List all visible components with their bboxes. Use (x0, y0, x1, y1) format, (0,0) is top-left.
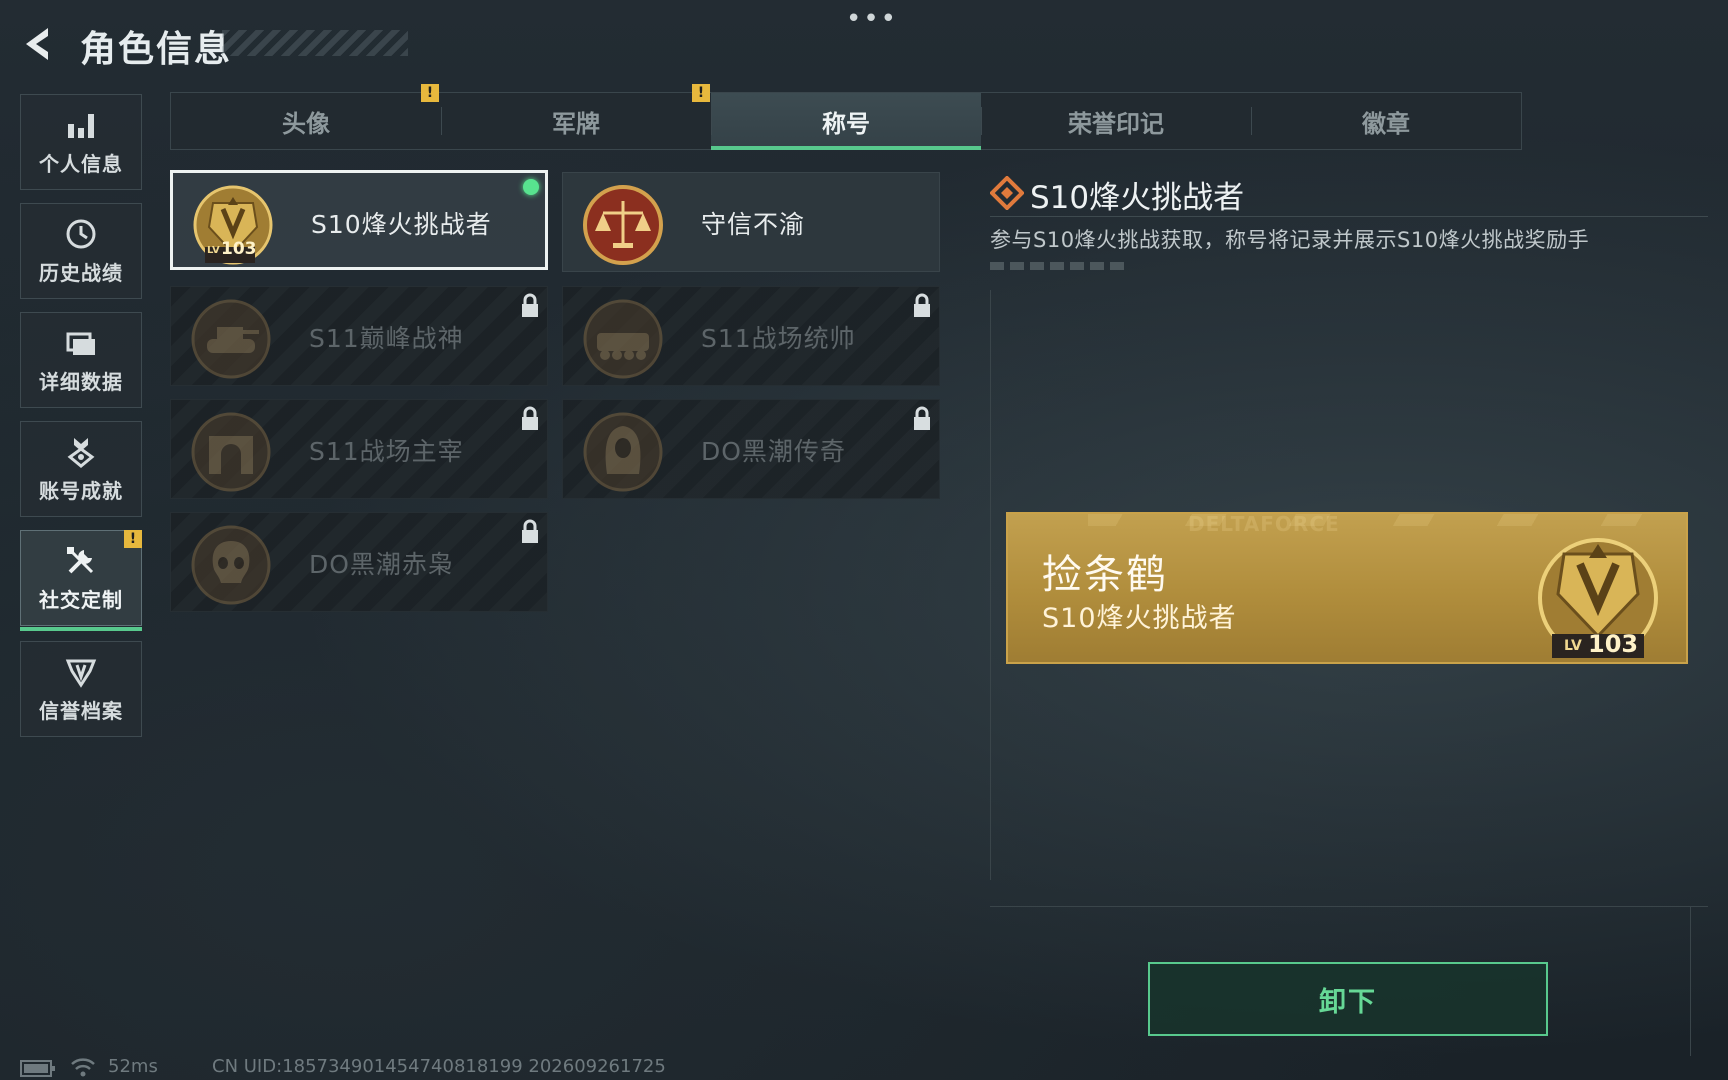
divider (990, 216, 1708, 217)
title-card-label: 守信不渝 (701, 210, 806, 239)
hooded-figure-emblem-icon (583, 412, 663, 492)
tab-avatar[interactable]: 头像 (171, 93, 441, 149)
unequip-button[interactable]: 卸下 (1148, 962, 1548, 1036)
sidebar-item-detailed-data[interactable]: 详细数据 (20, 312, 142, 408)
more-options-icon[interactable]: ••• (846, 6, 898, 32)
equipped-title: S10烽火挑战者 (1042, 603, 1237, 634)
title-card-keep-faith[interactable]: 守信不渝 (562, 172, 940, 272)
nameplate-level: 103 (1588, 630, 1639, 658)
title-card-s10-challenger[interactable]: LV 103 S10烽火挑战者 (170, 170, 548, 270)
skull-emblem-icon (191, 525, 271, 605)
sidebar-item-label: 信誉档案 (39, 698, 123, 723)
uid-text: CN UID:185734901454740818199 20260926172… (212, 1056, 666, 1077)
sidebar-item-label: 个人信息 (39, 151, 123, 176)
ping-text: 52ms (108, 1056, 158, 1077)
lock-icon (522, 293, 538, 317)
tab-label: 荣誉印记 (1068, 109, 1164, 138)
sidebar-item-credit-record[interactable]: 信誉档案 (20, 641, 142, 737)
detail-description: 参与S10烽火挑战获取，称号将记录并展示S10烽火挑战奖励手 (990, 228, 1590, 252)
bar-chart-icon (68, 113, 94, 138)
clock-icon (66, 219, 96, 248)
emblem-level-prefix: LV (207, 245, 220, 256)
name-plate-preview: DELTAFORCE 捡条鹤 S10烽火挑战者 LV 103 (1006, 512, 1688, 664)
player-name: 捡条鹤 (1042, 552, 1168, 598)
credit-shield-icon (65, 659, 97, 688)
detail-title: S10烽火挑战者 (1030, 180, 1245, 216)
tab-label: 头像 (282, 109, 330, 138)
sidebar-item-label: 社交定制 (39, 587, 123, 612)
page-title: 角色信息 (80, 29, 233, 70)
emblem-level: 103 (221, 239, 257, 259)
sidebar-item-label: 历史战绩 (39, 260, 123, 285)
description-decoration (990, 262, 1124, 270)
back-arrow-icon[interactable] (20, 24, 58, 64)
lock-icon (522, 406, 538, 430)
notification-badge: ! (692, 84, 710, 102)
lock-icon (914, 293, 930, 317)
tab-label: 称号 (822, 109, 870, 138)
sidebar-item-label: 详细数据 (39, 369, 123, 394)
sidebar-item-label: 账号成就 (39, 478, 123, 503)
title-card-label: S11战场主宰 (309, 437, 464, 466)
title-card-label: DO黑潮传奇 (701, 437, 846, 466)
wifi-icon (71, 1058, 95, 1077)
title-card-label: DO黑潮赤枭 (309, 550, 454, 579)
title-card-label: S11战场统帅 (701, 324, 856, 353)
title-card-label: S11巅峰战神 (309, 324, 464, 353)
title-card-label: S10烽火挑战者 (311, 210, 492, 239)
folder-icon (66, 332, 95, 355)
armored-vehicle-emblem-icon (583, 299, 663, 379)
tab-label: 军牌 (552, 109, 600, 138)
tools-icon (67, 546, 94, 573)
sidebar-item-history[interactable]: 历史战绩 (20, 203, 142, 299)
diamond-marker-icon (990, 176, 1024, 210)
tab-bar: 头像 军牌 称号 荣誉印记 徽章 (170, 92, 1522, 150)
sidebar-item-personal-info[interactable]: 个人信息 (20, 94, 142, 190)
title-card-s11-commander[interactable]: S11战场统帅 (562, 286, 940, 386)
lock-icon (914, 406, 930, 430)
unequip-label: 卸下 (1319, 986, 1377, 1018)
title-card-s11-dominator[interactable]: S11战场主宰 (170, 399, 548, 499)
achievement-icon (67, 437, 95, 468)
frame-line (1690, 906, 1691, 1056)
notification-badge: ! (421, 84, 439, 102)
tab-dog-tag[interactable]: 军牌 (441, 93, 711, 149)
frame-line (990, 290, 991, 880)
equipped-indicator (523, 179, 539, 195)
title-card-do-owl[interactable]: DO黑潮赤枭 (170, 512, 548, 612)
title-decoration (222, 30, 408, 56)
tank-emblem-icon (191, 299, 271, 379)
battery-icon (20, 1060, 55, 1077)
notification-badge: ! (124, 530, 142, 548)
tab-label: 徽章 (1362, 109, 1410, 138)
nameplate-level-prefix: LV (1564, 638, 1582, 654)
justice-scale-emblem-icon (583, 185, 663, 265)
lock-icon (522, 519, 538, 543)
arch-emblem-icon (191, 412, 271, 492)
tab-badge[interactable]: 徽章 (1251, 93, 1521, 149)
tab-honor-mark[interactable]: 荣誉印记 (981, 93, 1251, 149)
sidebar-item-achievements[interactable]: 账号成就 (20, 421, 142, 517)
tab-title[interactable]: 称号 (711, 93, 981, 150)
nameplate-watermark: DELTAFORCE (1188, 512, 1340, 536)
title-card-do-legend[interactable]: DO黑潮传奇 (562, 399, 940, 499)
frame-line (990, 906, 1708, 907)
title-card-s11-peak[interactable]: S11巅峰战神 (170, 286, 548, 386)
